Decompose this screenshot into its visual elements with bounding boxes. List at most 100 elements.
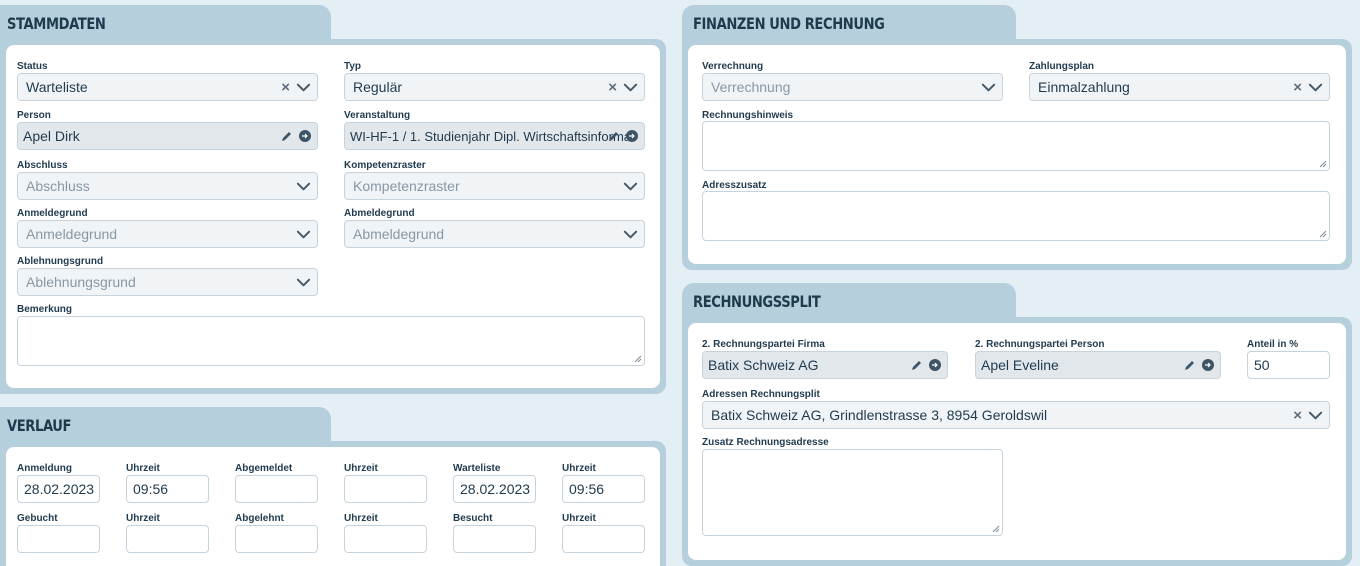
clear-icon[interactable]: × bbox=[1293, 408, 1302, 423]
adresszusatz-label: Adresszusatz bbox=[702, 180, 767, 191]
chevron-down-icon[interactable] bbox=[1308, 408, 1323, 423]
uhrzeit-label: Uhrzeit bbox=[126, 463, 160, 474]
rechnungssplit-tab: Rechnungssplit bbox=[682, 283, 1016, 319]
anteil-label: Anteil in % bbox=[1247, 339, 1299, 350]
verrechnung-select[interactable]: Verrechnung bbox=[702, 73, 1003, 101]
chevron-down-icon[interactable] bbox=[296, 275, 311, 290]
stammdaten-panel: Status Warteliste × Typ Regulär × Person… bbox=[0, 39, 666, 394]
chevron-down-icon[interactable] bbox=[623, 80, 638, 95]
adressen-label: Adressen Rechnungsplit bbox=[702, 389, 820, 400]
rechnungssplit-card: 2. Rechnungspartei Firma Batix Schweiz A… bbox=[688, 323, 1346, 560]
arrow-right-icon[interactable] bbox=[299, 130, 311, 142]
person-label: Person bbox=[17, 110, 51, 121]
adresszusatz-textarea[interactable] bbox=[702, 191, 1330, 241]
besucht-input[interactable] bbox=[453, 525, 536, 553]
chevron-down-icon[interactable] bbox=[981, 80, 996, 95]
veranstaltung-field[interactable]: WI-HF-1 / 1. Studienjahr Dipl. Wirtschaf… bbox=[344, 122, 645, 150]
anmeldung-uhrzeit-input[interactable]: 09:56 bbox=[126, 475, 209, 503]
stammdaten-tab: Stammdaten bbox=[0, 5, 331, 41]
uhrzeit-label: Uhrzeit bbox=[126, 513, 160, 524]
warteliste-uhrzeit-input[interactable]: 09:56 bbox=[562, 475, 645, 503]
uhrzeit-label: Uhrzeit bbox=[562, 513, 596, 524]
firma-label: 2. Rechnungspartei Firma bbox=[702, 339, 825, 350]
anmeldegrund-label: Anmeldegrund bbox=[17, 208, 88, 219]
pencil-icon[interactable] bbox=[608, 130, 620, 142]
verlauf-tab: Verlauf bbox=[0, 407, 331, 443]
rechnungssplit-title: Rechnungssplit bbox=[693, 292, 821, 311]
uhrzeit-label: Uhrzeit bbox=[562, 463, 596, 474]
resize-handle-icon[interactable] bbox=[1319, 160, 1327, 168]
besucht-label: Besucht bbox=[453, 513, 493, 524]
rechnungshinweis-label: Rechnungshinweis bbox=[702, 110, 794, 121]
resize-handle-icon[interactable] bbox=[1319, 230, 1327, 238]
uhrzeit-label: Uhrzeit bbox=[344, 513, 378, 524]
zahlungsplan-label: Zahlungsplan bbox=[1029, 61, 1094, 72]
clear-icon[interactable]: × bbox=[281, 80, 290, 95]
resize-handle-icon[interactable] bbox=[634, 355, 642, 363]
gebucht-label: Gebucht bbox=[17, 513, 58, 524]
person-field[interactable]: Apel Eveline bbox=[975, 351, 1221, 379]
verlauf-panel: Anmeldung 28.02.2023 Uhrzeit 09:56 Abgem… bbox=[0, 441, 666, 566]
anmeldegrund-select[interactable]: Anmeldegrund bbox=[17, 220, 318, 248]
besucht-uhrzeit-input[interactable] bbox=[562, 525, 645, 553]
clear-icon[interactable]: × bbox=[608, 80, 617, 95]
abmeldegrund-select[interactable]: Abmeldegrund bbox=[344, 220, 645, 248]
kompetenzraster-select[interactable]: Kompetenzraster bbox=[344, 172, 645, 200]
person-field[interactable]: Apel Dirk bbox=[17, 122, 318, 150]
chevron-down-icon[interactable] bbox=[623, 179, 638, 194]
typ-select[interactable]: Regulär × bbox=[344, 73, 645, 101]
status-label: Status bbox=[17, 61, 48, 72]
gebucht-input[interactable] bbox=[17, 525, 100, 553]
status-select[interactable]: Warteliste × bbox=[17, 73, 318, 101]
arrow-right-icon[interactable] bbox=[626, 130, 638, 142]
abgelehnt-uhrzeit-input[interactable] bbox=[344, 525, 427, 553]
verrechnung-label: Verrechnung bbox=[702, 61, 764, 72]
warteliste-input[interactable]: 28.02.2023 bbox=[453, 475, 536, 503]
pencil-icon[interactable] bbox=[281, 130, 293, 142]
verlauf-card: Anmeldung 28.02.2023 Uhrzeit 09:56 Abgem… bbox=[6, 447, 660, 566]
rechnungshinweis-textarea[interactable] bbox=[702, 121, 1330, 171]
abschluss-select[interactable]: Abschluss bbox=[17, 172, 318, 200]
zusatz-label: Zusatz Rechnungsadresse bbox=[702, 437, 829, 448]
verlauf-title: Verlauf bbox=[7, 416, 72, 435]
abgemeldet-input[interactable] bbox=[235, 475, 318, 503]
abgelehnt-input[interactable] bbox=[235, 525, 318, 553]
clear-icon[interactable]: × bbox=[1293, 80, 1302, 95]
arrow-right-icon[interactable] bbox=[1202, 359, 1214, 371]
chevron-down-icon[interactable] bbox=[296, 227, 311, 242]
ablehnungsgrund-select[interactable]: Ablehnungsgrund bbox=[17, 268, 318, 296]
chevron-down-icon[interactable] bbox=[296, 179, 311, 194]
chevron-down-icon[interactable] bbox=[1308, 80, 1323, 95]
resize-handle-icon[interactable] bbox=[992, 525, 1000, 533]
bemerkung-textarea[interactable] bbox=[17, 316, 645, 366]
finanzen-card: Verrechnung Verrechnung Zahlungsplan Ein… bbox=[688, 45, 1346, 264]
typ-label: Typ bbox=[344, 61, 362, 72]
chevron-down-icon[interactable] bbox=[623, 227, 638, 242]
finanzen-panel: Verrechnung Verrechnung Zahlungsplan Ein… bbox=[682, 39, 1352, 270]
firma-field[interactable]: Batix Schweiz AG bbox=[702, 351, 948, 379]
finanzen-tab: Finanzen und Rechnung bbox=[682, 5, 1016, 41]
arrow-right-icon[interactable] bbox=[929, 359, 941, 371]
gebucht-uhrzeit-input[interactable] bbox=[126, 525, 209, 553]
anmeldung-input[interactable]: 28.02.2023 bbox=[17, 475, 100, 503]
warteliste-label: Warteliste bbox=[453, 463, 501, 474]
zusatz-textarea[interactable] bbox=[702, 449, 1003, 536]
veranstaltung-label: Veranstaltung bbox=[344, 110, 411, 121]
stammdaten-card: Status Warteliste × Typ Regulär × Person… bbox=[6, 45, 660, 388]
person-label: 2. Rechnungspartei Person bbox=[975, 339, 1105, 350]
stammdaten-title: Stammdaten bbox=[7, 14, 106, 33]
abgemeldet-uhrzeit-input[interactable] bbox=[344, 475, 427, 503]
uhrzeit-label: Uhrzeit bbox=[344, 463, 378, 474]
anteil-input[interactable]: 50 bbox=[1247, 351, 1330, 379]
anmeldung-label: Anmeldung bbox=[17, 463, 72, 474]
bemerkung-label: Bemerkung bbox=[17, 304, 73, 315]
abmeldegrund-label: Abmeldegrund bbox=[344, 208, 415, 219]
adressen-select[interactable]: Batix Schweiz AG, Grindlenstrasse 3, 895… bbox=[702, 401, 1330, 429]
pencil-icon[interactable] bbox=[1184, 359, 1196, 371]
abschluss-label: Abschluss bbox=[17, 160, 68, 171]
pencil-icon[interactable] bbox=[911, 359, 923, 371]
chevron-down-icon[interactable] bbox=[296, 80, 311, 95]
zahlungsplan-select[interactable]: Einmalzahlung × bbox=[1029, 73, 1330, 101]
kompetenzraster-label: Kompetenzraster bbox=[344, 160, 426, 171]
finanzen-title: Finanzen und Rechnung bbox=[693, 14, 885, 33]
